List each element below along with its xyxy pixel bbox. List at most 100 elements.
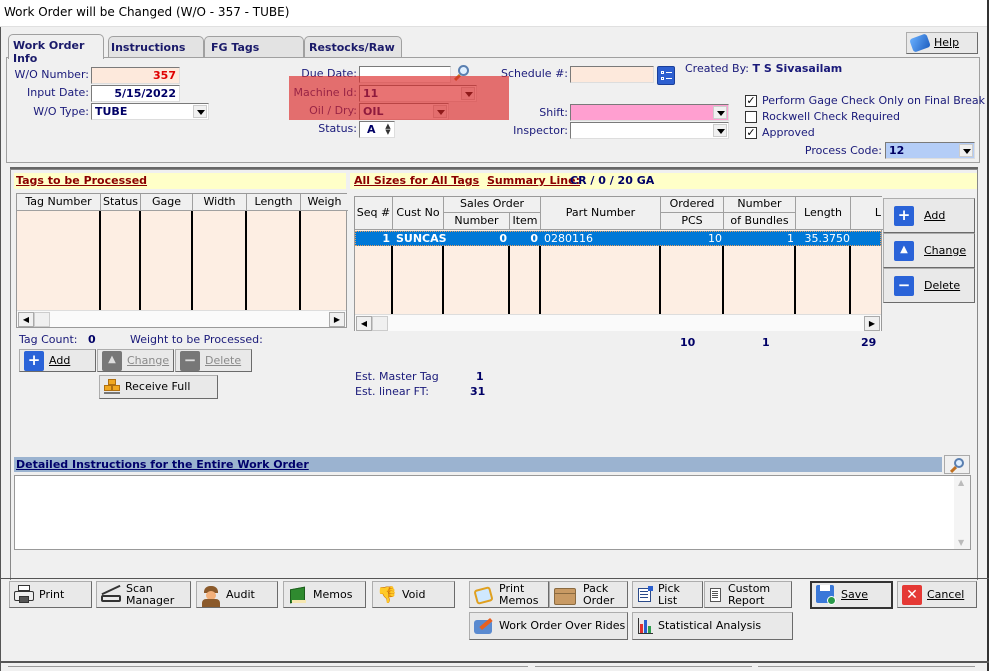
scroll-right-icon[interactable]: ▶ xyxy=(329,312,345,327)
col-divider xyxy=(139,211,141,310)
machine-id-select[interactable]: 11 xyxy=(359,85,477,102)
pick-list-button[interactable]: Pick List xyxy=(632,581,703,608)
col-header-status[interactable]: Status xyxy=(101,194,141,211)
col-header-pcs[interactable]: PCS xyxy=(661,213,724,230)
instructions-textarea[interactable] xyxy=(14,475,971,550)
sizes-panel-title[interactable]: All Sizes for All Tags xyxy=(354,174,479,187)
cell-seq: 1 xyxy=(382,232,390,245)
memos-button[interactable]: Memos xyxy=(283,581,366,608)
col-header-width[interactable]: Width xyxy=(193,194,247,211)
col-header-part-number[interactable]: Part Number xyxy=(541,197,661,230)
scroll-thumb[interactable] xyxy=(34,312,50,327)
due-date-field[interactable] xyxy=(359,66,451,83)
chevron-down-icon[interactable] xyxy=(713,124,727,137)
scroll-left-icon[interactable]: ◀ xyxy=(18,312,34,327)
status-bar-pane xyxy=(8,666,528,671)
col-header-number[interactable]: Number xyxy=(724,197,796,213)
tags-add-button[interactable]: + Add xyxy=(19,349,96,372)
instructions-header-bar: Detailed Instructions for the Entire Wor… xyxy=(14,457,942,472)
col-header-ordered[interactable]: Ordered xyxy=(661,197,724,213)
print-memos-button[interactable]: Print Memos xyxy=(469,581,549,608)
save-button[interactable]: Save xyxy=(810,581,893,609)
void-button[interactable]: 👎 Void xyxy=(372,581,455,608)
chevron-down-icon[interactable] xyxy=(193,105,207,118)
scroll-up-icon[interactable]: ▲ xyxy=(958,478,964,487)
col-header-cust-no[interactable]: Cust No xyxy=(393,197,444,230)
approved-checkbox[interactable]: ✓ xyxy=(745,127,757,139)
statistical-analysis-button[interactable]: Statistical Analysis xyxy=(632,612,793,640)
horizontal-scrollbar[interactable]: ◀ ▶ xyxy=(355,314,881,331)
work-order-overrides-button[interactable]: Work Order Over Rides xyxy=(469,612,628,640)
vertical-scrollbar[interactable]: ▲ ▼ xyxy=(954,476,970,549)
instructions-search-icon[interactable] xyxy=(944,455,970,474)
help-button[interactable]: Help xyxy=(906,32,978,54)
summary-line-label[interactable]: Summary Line: xyxy=(487,174,580,187)
sizes-grid[interactable]: Seq # Cust No Sales Order Number Item Pa… xyxy=(354,196,883,331)
input-date-field[interactable]: 5/15/2022 xyxy=(91,85,180,102)
tab-restocks-raw[interactable]: Restocks/Raw xyxy=(304,36,402,58)
scroll-thumb[interactable] xyxy=(372,316,388,331)
pencil-icon xyxy=(474,616,494,636)
button-label: Change xyxy=(924,243,967,257)
chevron-down-icon[interactable] xyxy=(959,144,973,157)
tags-panel-title[interactable]: Tags to be Processed xyxy=(16,174,147,187)
receive-full-button[interactable]: Receive Full xyxy=(99,375,218,399)
sizes-delete-button[interactable]: − Delete xyxy=(883,268,975,303)
inspector-select[interactable] xyxy=(570,122,729,139)
oil-dry-select[interactable]: OIL xyxy=(359,103,449,120)
tags-change-button[interactable]: ▲ Change xyxy=(97,349,174,372)
col-header-so-item[interactable]: Item xyxy=(510,213,541,230)
chevron-down-icon[interactable] xyxy=(713,106,727,119)
tags-delete-button[interactable]: − Delete xyxy=(175,349,252,372)
window-border-left xyxy=(0,27,1,671)
col-header-so-number[interactable]: Number xyxy=(444,213,510,230)
col-divider xyxy=(191,211,193,310)
spinner-arrows-icon[interactable]: ▲ ▼ xyxy=(383,123,393,136)
tab-work-order-info[interactable]: Work Order Info xyxy=(8,34,104,65)
due-date-search-icon[interactable] xyxy=(452,64,472,84)
gage-check-checkbox[interactable]: ✓ xyxy=(745,95,757,107)
wo-number-field[interactable]: 357 xyxy=(91,67,180,84)
horizontal-scrollbar[interactable]: ◀ ▶ xyxy=(17,310,346,327)
col-header-tag-number[interactable]: Tag Number xyxy=(17,194,101,211)
chevron-down-icon[interactable] xyxy=(433,105,447,118)
instructions-title[interactable]: Detailed Instructions for the Entire Wor… xyxy=(16,458,309,471)
tab-fg-tags[interactable]: FG Tags xyxy=(204,36,304,58)
col-header-length[interactable]: Length xyxy=(247,194,301,211)
col-header-bundles[interactable]: of Bundles xyxy=(724,213,796,230)
shift-select[interactable] xyxy=(570,104,729,121)
scroll-down-icon[interactable]: ▼ xyxy=(958,538,964,547)
schedule-list-icon[interactable] xyxy=(657,66,675,85)
col-header-seq[interactable]: Seq # xyxy=(355,197,393,230)
scroll-right-icon[interactable]: ▶ xyxy=(864,316,880,331)
col-header-gage[interactable]: Gage xyxy=(141,194,193,211)
wo-type-label: W/O Type: xyxy=(33,105,89,118)
due-date-label: Due Date: xyxy=(301,67,357,80)
button-label: Change xyxy=(127,353,170,367)
col-header-weight[interactable]: Weigh xyxy=(301,194,348,211)
process-code-value: 12 xyxy=(889,144,905,157)
chevron-down-icon[interactable] xyxy=(461,87,475,100)
process-code-select[interactable]: 12 xyxy=(885,142,975,159)
rockwell-check-checkbox[interactable] xyxy=(745,111,757,123)
table-row[interactable]: 1 SUNCAS 0 0 0280116 10 1 35.3750 xyxy=(355,231,881,246)
book-icon xyxy=(288,585,308,605)
scan-manager-button[interactable]: Scan Manager xyxy=(96,581,191,608)
col-divider xyxy=(391,246,393,314)
wo-type-select[interactable]: TUBE xyxy=(91,103,209,120)
schedule-field[interactable] xyxy=(570,66,654,83)
col-header-l[interactable]: L xyxy=(851,197,883,230)
tags-grid[interactable]: Tag Number Status Gage Width Length Weig… xyxy=(16,193,348,328)
col-header-sales-order[interactable]: Sales Order xyxy=(444,197,541,213)
custom-report-button[interactable]: Custom Report xyxy=(704,581,792,608)
tab-instructions[interactable]: Instructions xyxy=(108,36,204,58)
pack-order-button[interactable]: Pack Order xyxy=(549,581,628,608)
sizes-add-button[interactable]: + Add xyxy=(883,198,975,233)
sizes-change-button[interactable]: ▲ Change xyxy=(883,233,975,268)
print-button[interactable]: Print xyxy=(9,581,92,608)
scroll-left-icon[interactable]: ◀ xyxy=(356,316,372,331)
audit-button[interactable]: Audit xyxy=(196,581,278,608)
cancel-button[interactable]: ✕ Cancel xyxy=(897,581,977,608)
col-header-length[interactable]: Length xyxy=(796,197,851,230)
status-spinner[interactable]: A ▲ ▼ xyxy=(359,121,395,138)
